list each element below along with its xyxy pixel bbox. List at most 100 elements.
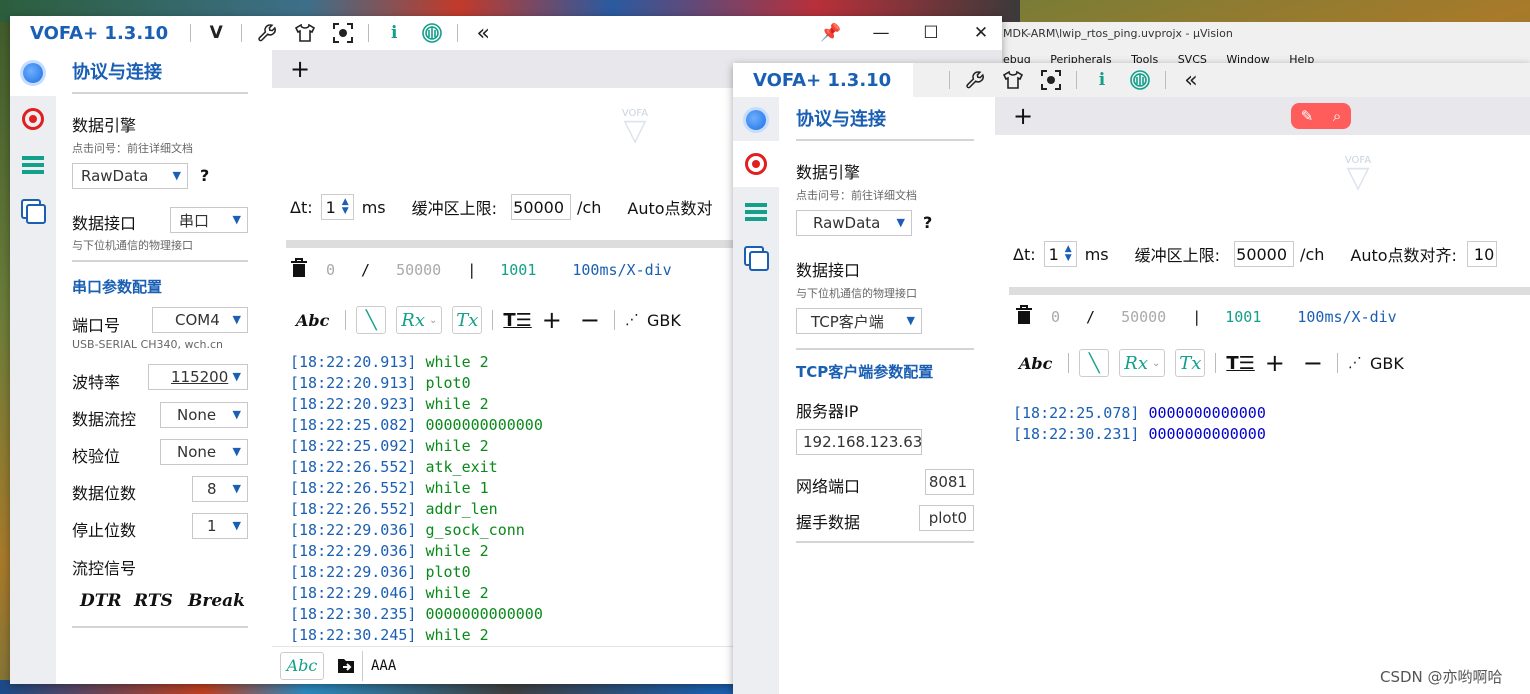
dtr-toggle[interactable]: DTR bbox=[80, 591, 122, 611]
fingerprint-icon[interactable] bbox=[419, 20, 445, 46]
auto-align-input[interactable]: 10 bbox=[1466, 241, 1497, 267]
break-toggle[interactable]: Break bbox=[188, 591, 245, 611]
rail-connection[interactable] bbox=[733, 97, 779, 143]
receive-log[interactable]: [18:22:25.078] 0000000000000 [18:22:30.23… bbox=[1013, 403, 1513, 683]
zoom-out-button[interactable]: − bbox=[1303, 349, 1323, 377]
vofa-watermark-icon: VOFA ▽ bbox=[621, 108, 649, 148]
rail-connection[interactable] bbox=[10, 50, 56, 96]
collapse-icon[interactable]: « bbox=[470, 20, 496, 46]
wrench-icon[interactable] bbox=[254, 20, 280, 46]
tx-toggle[interactable]: Tx bbox=[1175, 349, 1206, 377]
port-input[interactable]: 8081 bbox=[925, 469, 974, 495]
log-message: g_sock_conn bbox=[425, 521, 525, 539]
info-icon[interactable]: i bbox=[381, 20, 407, 46]
info-icon[interactable]: i bbox=[1089, 67, 1115, 93]
zoom-in-button[interactable]: + bbox=[1265, 349, 1285, 377]
buffer-input[interactable]: 50000 bbox=[1234, 241, 1295, 267]
baud-select[interactable]: 115200 ▼ bbox=[148, 364, 248, 390]
pin-icon[interactable]: 📌 bbox=[818, 20, 844, 46]
encoding-button[interactable]: GBK bbox=[647, 306, 681, 334]
send-text-input[interactable]: AAA bbox=[371, 658, 396, 674]
help-icon[interactable]: ? bbox=[923, 213, 932, 232]
engine-select[interactable]: RawData ▼ bbox=[72, 163, 188, 189]
buffer-label: 缓冲区上限: bbox=[1134, 246, 1221, 265]
trash-icon[interactable] bbox=[290, 258, 308, 282]
rail-record[interactable] bbox=[10, 96, 56, 142]
dt-spinbox[interactable]: 1 ▲ ▼ bbox=[320, 194, 354, 220]
interface-select[interactable]: TCP客户端 ▼ bbox=[796, 308, 922, 334]
parity-select[interactable]: None ▼ bbox=[160, 439, 248, 465]
abc-mode-button[interactable]: Abc bbox=[1019, 349, 1052, 377]
splitter-bar[interactable] bbox=[1009, 287, 1530, 295]
screen-capture-icon[interactable] bbox=[1038, 67, 1064, 93]
send-mode-button[interactable]: Abc bbox=[280, 651, 324, 680]
engine-label: 数据引擎 bbox=[72, 116, 137, 135]
add-tab-button[interactable]: + bbox=[290, 55, 310, 83]
buffer-input[interactable]: 50000 bbox=[511, 194, 572, 220]
log-timestamp: [18:22:26.552] bbox=[290, 500, 417, 518]
spin-arrows-icon[interactable]: ▲ ▼ bbox=[1065, 245, 1072, 263]
spin-arrows-icon[interactable]: ▲ ▼ bbox=[342, 198, 349, 216]
maximize-icon[interactable]: ☐ bbox=[918, 20, 944, 46]
rail-widgets[interactable] bbox=[733, 235, 779, 281]
engine-select[interactable]: RawData ▼ bbox=[796, 210, 912, 236]
flow-control-select[interactable]: None ▼ bbox=[160, 402, 248, 428]
rail-commands[interactable] bbox=[733, 189, 779, 235]
tshirt-icon[interactable] bbox=[1000, 67, 1026, 93]
baud-label: 波特率 bbox=[72, 373, 121, 392]
trash-icon[interactable] bbox=[1015, 305, 1033, 329]
rail-commands[interactable] bbox=[10, 142, 56, 188]
encoding-button[interactable]: GBK bbox=[1370, 349, 1404, 377]
chevron-down-icon: ▼ bbox=[906, 314, 915, 327]
help-icon[interactable]: ? bbox=[200, 166, 209, 185]
abc-mode-button[interactable]: Abc bbox=[296, 306, 329, 334]
fingerprint-icon[interactable] bbox=[1127, 67, 1153, 93]
data-bits-select[interactable]: 8 ▼ bbox=[192, 476, 248, 502]
divider bbox=[1165, 71, 1166, 89]
timestamp-toggle-icon[interactable]: ╲ bbox=[356, 306, 387, 334]
connection-panel: 协议与连接 数据引擎 点击问号：前往详细文档 RawData ▼ ? 数据接口 串… bbox=[56, 50, 272, 684]
nodes-icon[interactable]: ⋰ bbox=[625, 306, 639, 334]
tx-toggle[interactable]: Tx bbox=[452, 306, 483, 334]
screen-capture-icon[interactable] bbox=[330, 20, 356, 46]
chevron-down-icon: ▼ bbox=[232, 313, 241, 326]
vofa-logo-icon[interactable]: V bbox=[203, 20, 229, 46]
dt-spinbox[interactable]: 1 ▲ ▼ bbox=[1043, 241, 1077, 267]
add-tab-button[interactable]: + bbox=[1013, 102, 1033, 130]
close-icon[interactable]: ✕ bbox=[968, 20, 994, 46]
timestamp-toggle-icon[interactable]: ╲ bbox=[1079, 349, 1110, 377]
rail-record[interactable] bbox=[733, 141, 779, 187]
list-lines-icon bbox=[745, 203, 767, 221]
text-format-icon[interactable]: T☰ bbox=[503, 306, 531, 334]
interface-select[interactable]: 串口 ▼ bbox=[170, 207, 248, 233]
log-timestamp: [18:22:29.036] bbox=[290, 542, 417, 560]
text-format-icon[interactable]: T☰ bbox=[1226, 349, 1254, 377]
wrench-icon[interactable] bbox=[962, 67, 988, 93]
chevron-down-icon: ▼ bbox=[232, 408, 241, 421]
chevron-down-icon: ▼ bbox=[172, 169, 181, 182]
divider bbox=[72, 626, 248, 628]
collapse-icon[interactable]: « bbox=[1178, 67, 1204, 93]
zoom-in-button[interactable]: + bbox=[542, 306, 562, 334]
connection-panel: 协议与连接 数据引擎 点击问号：前往详细文档 RawData ▼ ? 数据接口 与… bbox=[779, 97, 995, 694]
nodes-icon[interactable]: ⋰ bbox=[1348, 349, 1362, 377]
screenshot-tool-button[interactable]: ✎ ⌕ bbox=[1291, 103, 1351, 129]
minimize-icon[interactable]: — bbox=[868, 20, 894, 46]
zoom-out-button[interactable]: − bbox=[580, 306, 600, 334]
record-target-icon bbox=[745, 153, 767, 175]
rx-toggle[interactable]: Rx ⌄ bbox=[396, 306, 443, 334]
log-message: plot0 bbox=[425, 563, 471, 581]
rail-widgets[interactable] bbox=[10, 188, 56, 234]
tshirt-icon[interactable] bbox=[292, 20, 318, 46]
rts-toggle[interactable]: RTS bbox=[134, 591, 173, 611]
stop-bits-select[interactable]: 1 ▼ bbox=[192, 513, 248, 539]
auto-align-label: Auto点数对齐: bbox=[1350, 246, 1457, 265]
handshake-input[interactable]: plot0 bbox=[919, 505, 974, 531]
handshake-label: 握手数据 bbox=[796, 513, 861, 532]
rx-toggle[interactable]: Rx ⌄ bbox=[1119, 349, 1166, 377]
port-select[interactable]: COM4 ▼ bbox=[152, 307, 248, 333]
uvision-title: MDK-ARM\lwip_rtos_ping.uvprojx - µVision bbox=[1003, 27, 1233, 40]
server-ip-input[interactable]: 192.168.123.63 bbox=[796, 429, 922, 455]
send-file-icon[interactable] bbox=[336, 652, 356, 680]
app-title: VOFA+ 1.3.10 bbox=[30, 22, 169, 44]
